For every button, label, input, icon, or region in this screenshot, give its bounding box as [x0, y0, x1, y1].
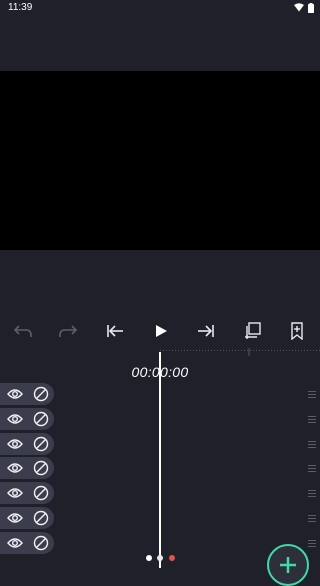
wifi-icon [294, 3, 304, 13]
disable-icon[interactable] [30, 457, 52, 479]
add-media-button[interactable] [267, 544, 309, 586]
eye-icon[interactable] [4, 433, 26, 455]
skip-to-end-button[interactable] [194, 320, 218, 342]
disable-icon[interactable] [30, 383, 52, 405]
track-row [0, 482, 54, 504]
eye-icon[interactable] [4, 457, 26, 479]
skip-to-start-button[interactable] [103, 320, 127, 342]
drag-handle[interactable] [308, 515, 316, 522]
page-dot[interactable] [146, 555, 152, 561]
play-button[interactable] [149, 320, 173, 342]
playhead[interactable] [159, 352, 161, 568]
timeline-ruler[interactable] [160, 348, 320, 358]
drag-handle[interactable] [308, 441, 316, 448]
track-row [0, 507, 54, 529]
bookmark-add-icon [291, 322, 303, 340]
disable-icon[interactable] [30, 507, 52, 529]
status-icons [294, 3, 314, 13]
plus-icon [280, 557, 296, 573]
status-bar: 11:39 [0, 0, 320, 16]
drag-handle[interactable] [308, 416, 316, 423]
track-row [0, 532, 54, 554]
track-row [0, 457, 54, 479]
eye-icon[interactable] [4, 383, 26, 405]
battery-icon [308, 3, 314, 13]
undo-icon [13, 325, 32, 337]
disable-icon[interactable] [30, 433, 52, 455]
play-icon [156, 325, 167, 337]
track-row [0, 408, 54, 430]
skip-to-start-icon [107, 325, 123, 337]
undo-button[interactable] [11, 320, 35, 342]
video-preview[interactable] [0, 71, 320, 250]
page-dot[interactable] [169, 555, 175, 561]
drag-handle[interactable] [308, 490, 316, 497]
track-row [0, 433, 54, 455]
disable-icon[interactable] [30, 408, 52, 430]
eye-icon[interactable] [4, 482, 26, 504]
redo-icon [59, 325, 78, 337]
add-layer-icon [245, 322, 261, 339]
skip-to-end-icon [198, 325, 214, 337]
drag-handle[interactable] [308, 465, 316, 472]
playback-toolbar [0, 316, 320, 344]
status-time: 11:39 [8, 2, 33, 13]
drag-handle[interactable] [308, 540, 316, 547]
redo-button[interactable] [56, 320, 80, 342]
add-layer-button[interactable] [240, 320, 264, 342]
drag-handle[interactable] [308, 391, 316, 398]
eye-icon[interactable] [4, 408, 26, 430]
disable-icon[interactable] [30, 482, 52, 504]
eye-icon[interactable] [4, 507, 26, 529]
page-dot[interactable] [157, 555, 163, 561]
disable-icon[interactable] [30, 532, 52, 554]
eye-icon[interactable] [4, 532, 26, 554]
add-bookmark-button[interactable] [285, 320, 309, 342]
track-row [0, 383, 54, 405]
